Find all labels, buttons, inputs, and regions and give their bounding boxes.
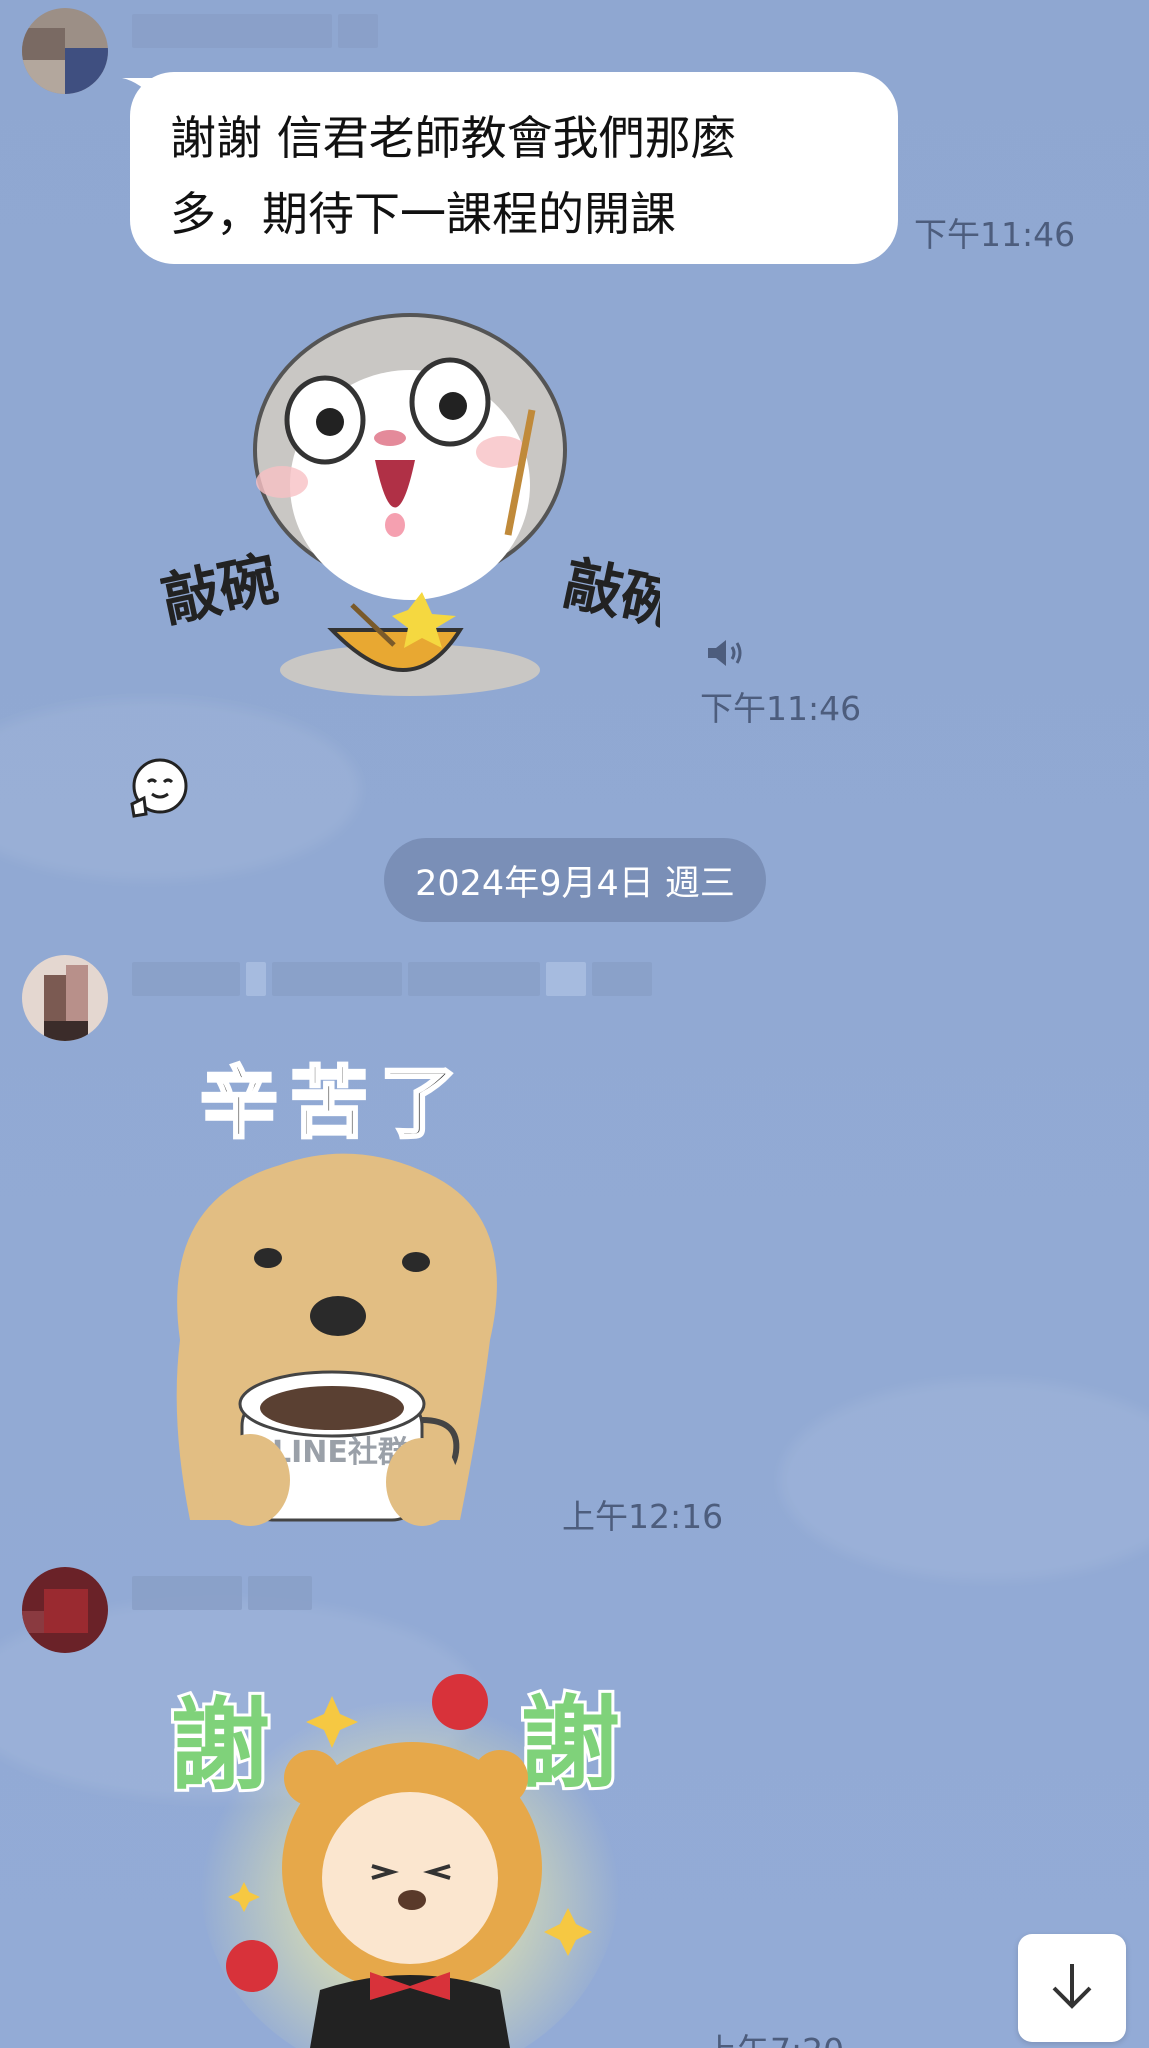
sender-name [132, 960, 652, 998]
message-text-line: 多，期待下一課程的開課 [170, 187, 676, 241]
message-time: 下午11:46 [700, 689, 862, 728]
message-bubble[interactable]: 謝謝 信君老師教會我們那麼 多，期待下一課程的開課 [130, 72, 898, 264]
lion-thanks-sticker[interactable]: 謝 謝 [160, 1660, 660, 2048]
scroll-to-bottom-button[interactable] [1018, 1934, 1126, 2042]
sender-name [132, 12, 378, 50]
cup-text: LINE社群 [272, 1435, 408, 1470]
avatar[interactable] [22, 1567, 108, 1653]
sticker-text: 謝 [170, 1687, 270, 1804]
chat-room: 謝謝 信君老師教會我們那麼 多，期待下一課程的開課 下午11:46 敲碗 敲碗 [0, 0, 1149, 2048]
sticker-text: 謝 [520, 1685, 620, 1802]
message-text-line: 謝謝 信君老師教會我們那麼 [170, 111, 737, 165]
avatar[interactable] [22, 955, 108, 1041]
avatar[interactable] [22, 8, 108, 94]
message-time: 上午12:16 [562, 1497, 724, 1536]
puppy-coffee-sticker[interactable]: 辛苦了 LINE社群 [160, 1040, 520, 1530]
date-separator: 2024年9月4日 週三 [384, 838, 766, 922]
sticker-text: 辛苦了 [200, 1059, 470, 1149]
sender-name [132, 1574, 312, 1612]
sticker-text: 敲碗 [558, 549, 660, 640]
sticker-text: 敲碗 [160, 544, 284, 635]
bunny-bowl-sticker[interactable]: 敲碗 敲碗 [156, 310, 686, 720]
message-time: 下午11:46 [914, 215, 1076, 254]
message-time: 上午7:20 [704, 2024, 844, 2048]
arrow-down-icon [1044, 1958, 1100, 2018]
speaker-icon[interactable] [706, 636, 748, 674]
reaction-face-icon[interactable] [130, 758, 190, 822]
